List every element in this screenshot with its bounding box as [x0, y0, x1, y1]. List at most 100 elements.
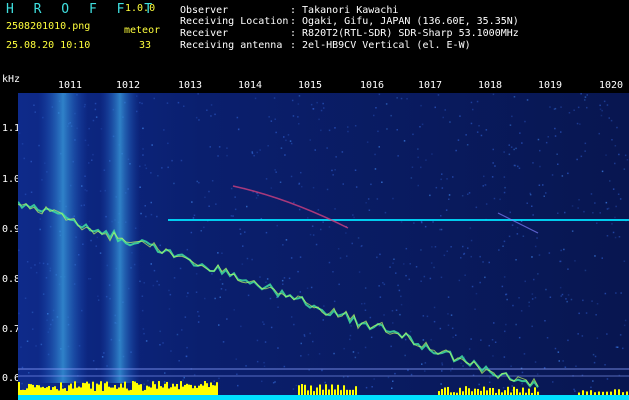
meteor-bar: [46, 387, 48, 395]
meteor-bar: [112, 387, 114, 395]
meteor-bar: [590, 390, 592, 395]
x-tick-label: 1011: [57, 80, 83, 91]
meteor-bar: [66, 390, 68, 395]
meteor-bar: [525, 392, 527, 395]
x-tick-label: 1016: [359, 80, 385, 91]
meteor-bar: [142, 390, 144, 395]
meteor-bar: [216, 382, 218, 395]
meteor-bar: [140, 384, 142, 395]
meteor-bar: [118, 387, 120, 395]
meteor-bar: [130, 389, 132, 395]
meteor-bar: [164, 383, 166, 395]
meteor-bar: [298, 385, 300, 395]
meteor-bar: [492, 388, 494, 395]
meteor-bar: [88, 383, 90, 395]
meteor-bar: [498, 389, 500, 395]
meteor-bar: [28, 383, 30, 395]
meteor-bar: [438, 391, 440, 395]
meteor-bar: [42, 386, 44, 395]
meteor-bar: [504, 390, 506, 395]
meteor-bar: [54, 386, 56, 395]
meteor-bar: [598, 391, 600, 395]
meteor-bar: [334, 389, 336, 395]
meteor-bar: [62, 388, 64, 395]
meteor-bar: [594, 392, 596, 395]
info-label-antenna: Receiving antenna: [180, 40, 283, 51]
meteor-bar: [188, 384, 190, 395]
meteor-bar: [582, 390, 584, 395]
info-value-antenna: : 2el-HB9CV Vertical (el. E-W): [290, 40, 471, 51]
meteor-bar: [486, 390, 488, 395]
meteor-bar: [172, 383, 174, 395]
meteor-bar: [38, 385, 40, 395]
meteor-bar: [32, 384, 34, 395]
meteor-bar: [198, 385, 200, 395]
meteor-bar: [447, 386, 449, 395]
meteor-bar: [208, 387, 210, 395]
meteor-bar: [346, 389, 348, 395]
meteor-bar: [182, 386, 184, 395]
meteor-bar: [206, 383, 208, 395]
info-value-observer: : Takanori Kawachi: [290, 5, 399, 16]
meteor-bar: [136, 383, 138, 395]
meteor-bar: [158, 381, 160, 395]
meteor-bar: [618, 389, 620, 395]
x-tick-label: 1012: [115, 80, 141, 91]
meteor-bar: [72, 388, 74, 395]
x-tick-label: 1014: [237, 80, 263, 91]
meteor-bar: [459, 387, 461, 395]
meteor-bar: [168, 388, 170, 395]
meteor-bar: [325, 384, 327, 395]
meteor-bar: [184, 384, 186, 395]
meteor-bar: [465, 386, 467, 395]
meteor-count: 33: [139, 40, 152, 51]
meteor-bar: [86, 381, 88, 395]
meteor-bar: [60, 382, 62, 395]
meteor-bar: [104, 383, 106, 395]
meteor-bar: [471, 391, 473, 395]
meteor-bar: [337, 384, 339, 395]
meteor-bar: [196, 387, 198, 395]
meteor-bar: [82, 382, 84, 395]
meteor-bar: [48, 385, 50, 395]
info-label-location: Receiving Location: [180, 16, 289, 27]
meteor-bar: [313, 391, 315, 395]
meteor-bar: [456, 392, 458, 395]
meteor-bar: [444, 387, 446, 395]
y-unit-label: kHz: [2, 74, 21, 85]
meteor-bar: [304, 384, 306, 395]
meteor-bar: [156, 388, 158, 395]
meteor-bar: [513, 386, 515, 395]
meteor-bar: [124, 381, 126, 395]
meteor-bar: [170, 387, 172, 395]
meteor-bar: [128, 390, 130, 395]
x-tick-label: 1019: [537, 80, 563, 91]
meteor-bar: [96, 383, 98, 395]
meteor-bar: [36, 384, 38, 395]
meteor-bar: [349, 389, 351, 395]
meteor-label: meteor: [124, 25, 161, 36]
meteor-bar: [441, 389, 443, 395]
meteor-bar: [507, 386, 509, 395]
meteor-bar: [178, 389, 180, 395]
meteor-bar: [501, 392, 503, 395]
meteor-bar: [34, 387, 36, 395]
x-tick-label: 1018: [477, 80, 503, 91]
meteor-bar: [602, 391, 604, 395]
meteor-bar: [138, 384, 140, 395]
meteor-bar: [90, 388, 92, 395]
meteor-bar: [110, 387, 112, 395]
meteor-bar: [106, 381, 108, 395]
meteor-bar: [531, 392, 533, 395]
meteor-bar: [495, 392, 497, 395]
meteor-bar: [610, 391, 612, 395]
meteor-bar: [80, 387, 82, 395]
meteor-bar: [328, 389, 330, 395]
info-value-receiver: : R820T2(RTL-SDR) SDR-Sharp 53.1000MHz: [290, 28, 519, 39]
info-label-observer: Observer: [180, 5, 229, 16]
meteor-bar: [150, 387, 152, 395]
meteor-bar: [192, 388, 194, 395]
spectrogram-canvas: [18, 93, 629, 400]
meteor-bar: [30, 384, 32, 395]
meteor-bar: [44, 388, 46, 395]
